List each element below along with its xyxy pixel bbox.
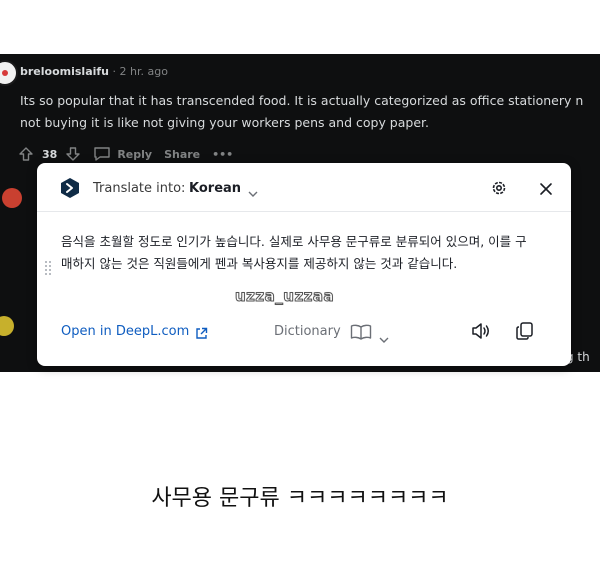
translate-into-label: Translate into: [93, 181, 186, 196]
comment-username[interactable]: breloomislaifu [20, 65, 109, 78]
drag-handle-icon[interactable] [45, 259, 51, 277]
chevron-down-icon[interactable] [379, 329, 389, 348]
watermark-text: uzza_uzzaa [234, 287, 335, 306]
gear-icon[interactable] [490, 179, 508, 201]
open-in-deepl-link[interactable]: Open in DeepL.com [61, 324, 189, 339]
downvote-icon[interactable] [65, 146, 81, 162]
external-link-icon[interactable] [195, 325, 208, 344]
share-button[interactable]: Share [164, 148, 200, 161]
book-icon[interactable] [350, 324, 372, 344]
deepl-translate-popup: Translate into: Korean 음식을 초월할 정도로 인기가 높… [37, 163, 571, 366]
more-options-button[interactable]: ••• [212, 148, 233, 161]
header-separator: · [112, 65, 117, 78]
copy-icon[interactable] [515, 321, 535, 345]
comment-body: Its so popular that it has transcended f… [20, 90, 600, 134]
comment-actions: 38 Reply Share ••• [18, 146, 233, 162]
chevron-down-icon[interactable] [248, 183, 258, 202]
dictionary-button[interactable]: Dictionary [274, 324, 341, 339]
popup-header: Translate into: Korean [37, 163, 571, 212]
translation-line: 음식을 초월할 정도로 인기가 높습니다. 실제로 사무용 문구류로 분류되어 … [61, 234, 527, 249]
comment-line: not buying it is like not giving your wo… [20, 115, 429, 130]
deepl-logo-icon [61, 178, 79, 202]
target-language-select[interactable]: Korean [189, 181, 241, 196]
caption-text: 사무용 문구류 ㅋㅋㅋㅋㅋㅋㅋㅋ [151, 486, 449, 511]
reply-avatar[interactable] [0, 316, 14, 336]
comment-time: 2 hr. ago [119, 65, 168, 78]
reply-icon[interactable] [93, 146, 111, 162]
upvote-icon[interactable] [18, 146, 34, 162]
comment-line: Its so popular that it has transcended f… [20, 93, 584, 108]
close-icon[interactable] [539, 181, 553, 200]
popup-footer: Open in DeepL.com Dictionary [37, 311, 571, 351]
comment-header: breloomislaifu · 2 hr. ago [20, 65, 168, 78]
translation-text: 음식을 초월할 정도로 인기가 높습니다. 실제로 사무용 문구류로 분류되어 … [61, 231, 551, 275]
user-avatar[interactable] [0, 60, 18, 86]
translation-line: 매하지 않는 것은 직원들에게 펜과 복사용지를 제공하지 않는 것과 같습니다… [61, 256, 458, 271]
reply-avatar[interactable] [2, 188, 22, 208]
reply-button[interactable]: Reply [117, 148, 152, 161]
vote-count: 38 [42, 147, 58, 161]
speaker-icon[interactable] [471, 322, 491, 344]
